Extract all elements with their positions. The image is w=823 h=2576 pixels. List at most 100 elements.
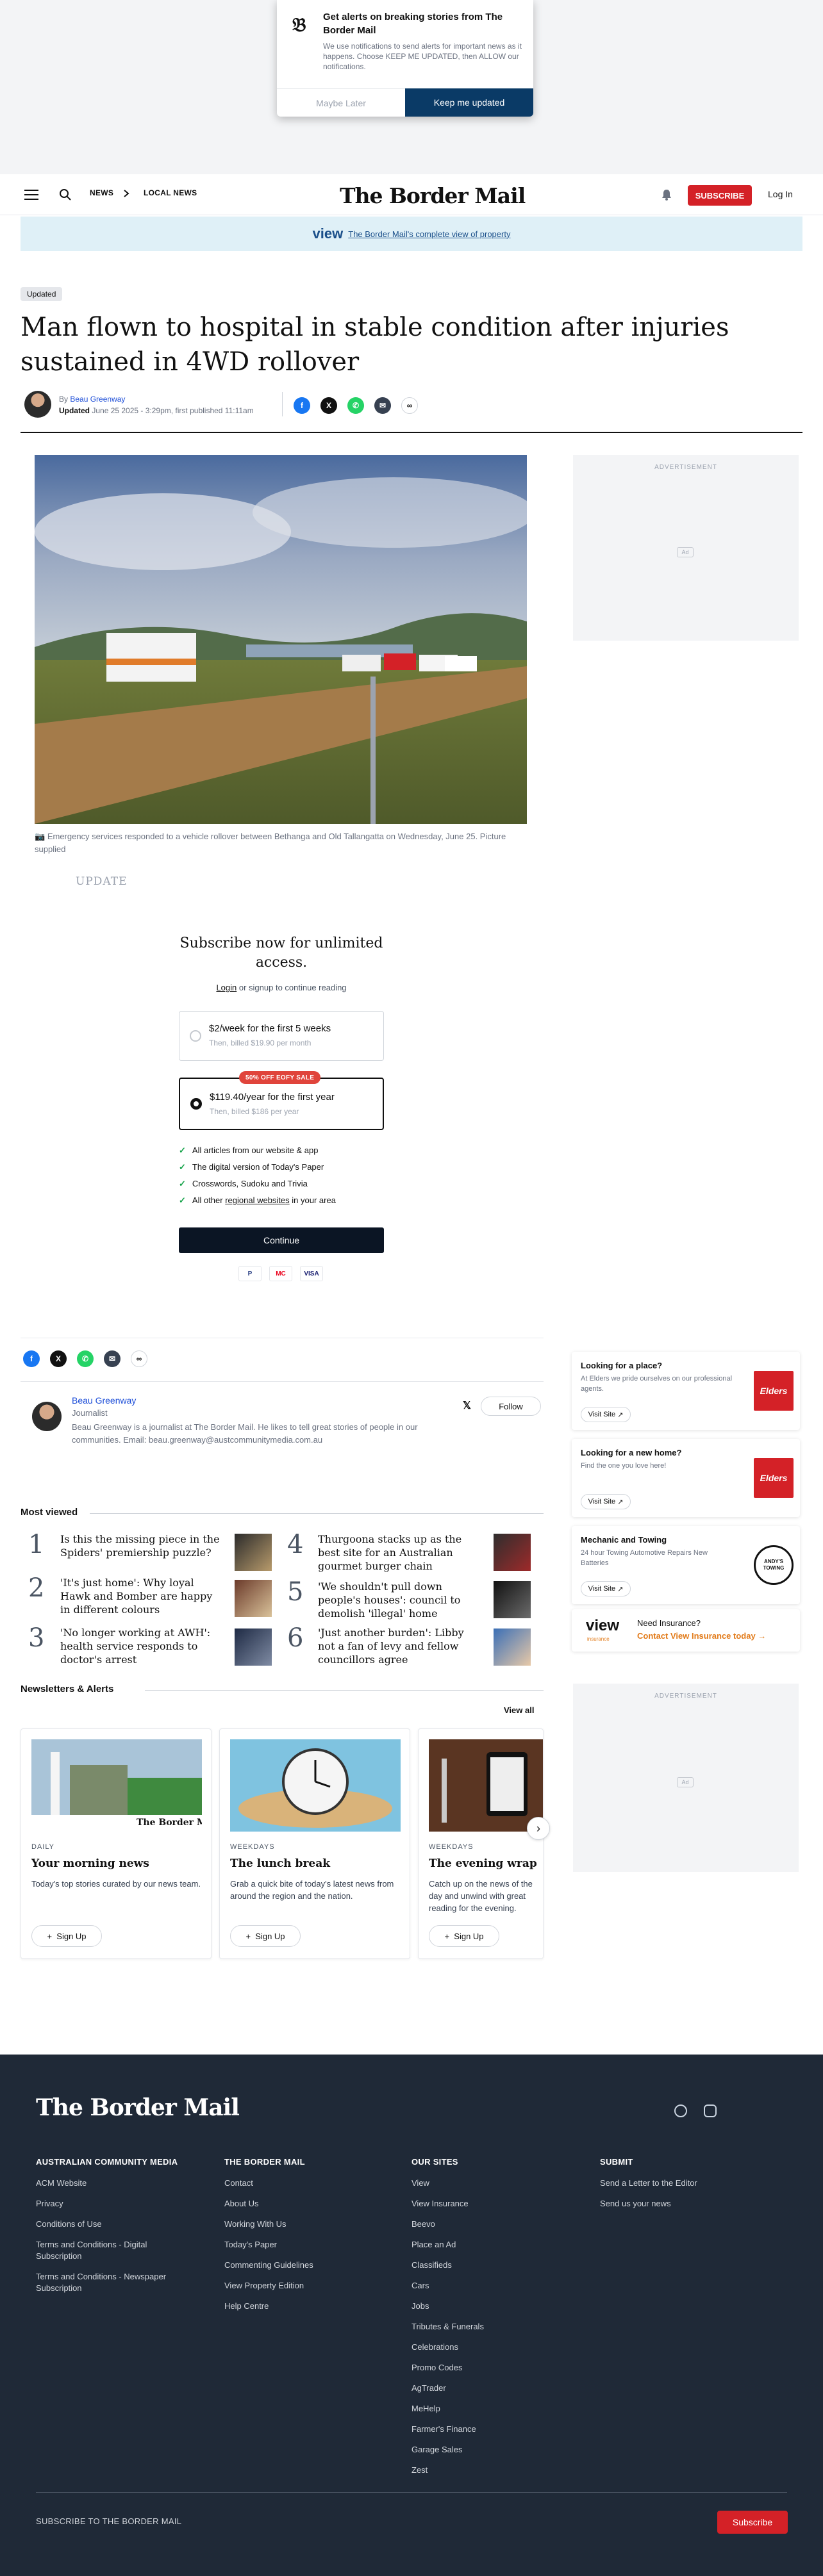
whatsapp-share-icon[interactable]: ✆ bbox=[347, 397, 364, 414]
footer-link[interactable]: View Insurance bbox=[412, 2198, 469, 2210]
continue-button[interactable]: Continue bbox=[179, 1227, 384, 1253]
mv-link[interactable]: 'No longer working at AWH': health servi… bbox=[60, 1626, 220, 1666]
footer-link[interactable]: Conditions of Use bbox=[36, 2219, 102, 2230]
email-share-icon[interactable]: ✉ bbox=[374, 397, 391, 414]
mv-thumbnail[interactable] bbox=[494, 1581, 531, 1618]
footer-link[interactable]: Contact bbox=[224, 2178, 253, 2189]
visit-site-button[interactable]: Visit Site ↗ bbox=[581, 1407, 631, 1422]
breadcrumb-local-news[interactable]: LOCAL NEWS bbox=[144, 188, 197, 197]
plan-yearly[interactable]: 50% OFF EOFY SALE $119.40/year for the f… bbox=[179, 1071, 384, 1130]
subscribe-button[interactable]: SUBSCRIBE bbox=[688, 185, 752, 206]
mv-thumbnail[interactable] bbox=[235, 1534, 272, 1571]
login-link-inline[interactable]: Login bbox=[216, 983, 237, 992]
instagram-icon[interactable] bbox=[704, 2104, 717, 2117]
breadcrumb-news[interactable]: NEWS bbox=[90, 188, 113, 197]
view-property-banner[interactable]: view The Border Mail's complete view of … bbox=[21, 217, 802, 251]
footer-link[interactable]: Commenting Guidelines bbox=[224, 2260, 313, 2271]
mv-thumbnail[interactable] bbox=[494, 1534, 531, 1571]
x-share-icon[interactable]: X bbox=[320, 397, 337, 414]
copy-link-icon[interactable]: ∞ bbox=[131, 1350, 147, 1367]
footer-link[interactable]: MeHelp bbox=[412, 2403, 440, 2415]
visit-site-button[interactable]: Visit Site ↗ bbox=[581, 1494, 631, 1509]
footer-link[interactable]: Send a Letter to the Editor bbox=[600, 2178, 697, 2189]
footer-subscribe-button[interactable]: Subscribe bbox=[717, 2511, 788, 2534]
menu-icon[interactable] bbox=[24, 190, 38, 200]
footer-link[interactable]: AgTrader bbox=[412, 2383, 446, 2394]
footer-link[interactable]: Help Centre bbox=[224, 2301, 269, 2312]
footer-link[interactable]: View Property Edition bbox=[224, 2280, 304, 2292]
view-insurance-ad[interactable]: view insurance Need Insurance? Contact V… bbox=[572, 1609, 800, 1652]
ad-slot-bottom[interactable]: ADVERTISEMENT Ad bbox=[573, 1684, 799, 1872]
footer-link[interactable]: Cars bbox=[412, 2280, 429, 2292]
view-banner-text[interactable]: The Border Mail's complete view of prope… bbox=[348, 229, 510, 239]
follow-button[interactable]: Follow bbox=[481, 1397, 541, 1416]
facebook-icon[interactable] bbox=[674, 2104, 687, 2117]
view-all-link[interactable]: View all bbox=[504, 1705, 534, 1715]
footer-link[interactable]: Working With Us bbox=[224, 2219, 287, 2230]
mv-link[interactable]: 'It's just home': Why loyal Hawk and Bom… bbox=[60, 1576, 220, 1616]
facebook-share-icon[interactable]: f bbox=[23, 1350, 40, 1367]
footer-link[interactable]: Promo Codes bbox=[412, 2362, 462, 2374]
regional-websites-link[interactable]: regional websites bbox=[225, 1195, 289, 1205]
footer-link[interactable]: ACM Website bbox=[36, 2178, 87, 2189]
author-link[interactable]: Beau Greenway bbox=[70, 395, 125, 404]
footer-link[interactable]: Celebrations bbox=[412, 2342, 458, 2353]
author-name-link[interactable]: Beau Greenway bbox=[72, 1395, 136, 1406]
ad-desc: 24 hour Towing Automotive Repairs New Ba… bbox=[581, 1549, 708, 1567]
ad-slot-top[interactable]: ADVERTISEMENT Ad bbox=[573, 455, 799, 641]
newsletter-desc: Today's top stories curated by our news … bbox=[31, 1879, 201, 1889]
towing-ad[interactable]: Mechanic and Towing 24 hour Towing Autom… bbox=[572, 1526, 800, 1604]
copy-link-icon[interactable]: ∞ bbox=[401, 397, 418, 414]
mv-link[interactable]: 'We shouldn't pull down people's houses'… bbox=[318, 1580, 478, 1620]
hero-image[interactable] bbox=[35, 455, 527, 824]
facebook-share-icon[interactable]: f bbox=[294, 397, 310, 414]
footer-link[interactable]: View bbox=[412, 2178, 429, 2189]
mv-link[interactable]: Is this the missing piece in the Spiders… bbox=[60, 1532, 220, 1559]
mv-thumbnail[interactable] bbox=[494, 1628, 531, 1666]
footer-link[interactable]: Privacy bbox=[36, 2198, 63, 2210]
author-avatar[interactable] bbox=[24, 391, 51, 418]
carousel-next-icon[interactable]: › bbox=[527, 1817, 550, 1840]
footer-link[interactable]: Tributes & Funerals bbox=[412, 2321, 484, 2333]
footer-link[interactable]: Garage Sales bbox=[412, 2444, 463, 2456]
elders-ad[interactable]: Looking for a place? At Elders we pride … bbox=[572, 1352, 800, 1430]
elders-ad-2[interactable]: Looking for a new home? Find the one you… bbox=[572, 1439, 800, 1517]
radio-weekly[interactable] bbox=[190, 1030, 201, 1042]
keep-me-updated-button[interactable]: Keep me updated bbox=[405, 88, 533, 117]
footer-link[interactable]: Terms and Conditions - Digital Subscript… bbox=[36, 2239, 183, 2262]
footer-link[interactable]: About Us bbox=[224, 2198, 258, 2210]
search-icon[interactable] bbox=[59, 188, 72, 201]
visit-site-button[interactable]: Visit Site ↗ bbox=[581, 1581, 631, 1596]
author-avatar[interactable] bbox=[32, 1402, 62, 1431]
footer-link[interactable]: Terms and Conditions - Newspaper Subscri… bbox=[36, 2271, 183, 2294]
newsletter-signup-button[interactable]: + Sign Up bbox=[31, 1925, 102, 1947]
bell-icon[interactable] bbox=[660, 188, 673, 201]
footer-link[interactable]: Jobs bbox=[412, 2301, 429, 2312]
footer-link[interactable]: Classifieds bbox=[412, 2260, 452, 2271]
x-share-icon[interactable]: X bbox=[50, 1350, 67, 1367]
footer-link[interactable]: Place an Ad bbox=[412, 2239, 456, 2251]
radio-yearly[interactable] bbox=[190, 1098, 202, 1110]
footer-link[interactable]: Today's Paper bbox=[224, 2239, 277, 2251]
footer-link[interactable]: Beevo bbox=[412, 2219, 435, 2230]
footer-logo[interactable]: The Border Mail bbox=[36, 2094, 240, 2121]
footer-link[interactable]: Farmer's Finance bbox=[412, 2424, 476, 2435]
newsletter-signup-button[interactable]: + Sign Up bbox=[429, 1925, 499, 1947]
whatsapp-share-icon[interactable]: ✆ bbox=[77, 1350, 94, 1367]
footer-link[interactable]: Send us your news bbox=[600, 2198, 671, 2210]
mv-link[interactable]: 'Just another burden': Libby not a fan o… bbox=[318, 1626, 478, 1666]
benefit-item: ✓ All other regional websites in your are… bbox=[179, 1195, 336, 1206]
site-logo[interactable]: The Border Mail bbox=[340, 183, 526, 208]
login-link[interactable]: Log In bbox=[768, 189, 793, 199]
mv-thumbnail[interactable] bbox=[235, 1580, 272, 1617]
plan-weekly[interactable]: $2/week for the first 5 weeks Then, bill… bbox=[179, 1011, 384, 1061]
mv-link[interactable]: Thurgoona stacks up as the best site for… bbox=[318, 1532, 478, 1573]
email-share-icon[interactable]: ✉ bbox=[104, 1350, 121, 1367]
footer-link[interactable]: Zest bbox=[412, 2465, 428, 2476]
contact-insurance-link[interactable]: Contact View Insurance today → bbox=[637, 1631, 766, 1641]
maybe-later-button[interactable]: Maybe Later bbox=[277, 88, 405, 117]
mv-thumbnail[interactable] bbox=[235, 1628, 272, 1666]
x-profile-icon[interactable]: 𝕏 bbox=[463, 1399, 471, 1412]
elders-logo: Elders bbox=[754, 1458, 794, 1498]
newsletter-signup-button[interactable]: + Sign Up bbox=[230, 1925, 301, 1947]
